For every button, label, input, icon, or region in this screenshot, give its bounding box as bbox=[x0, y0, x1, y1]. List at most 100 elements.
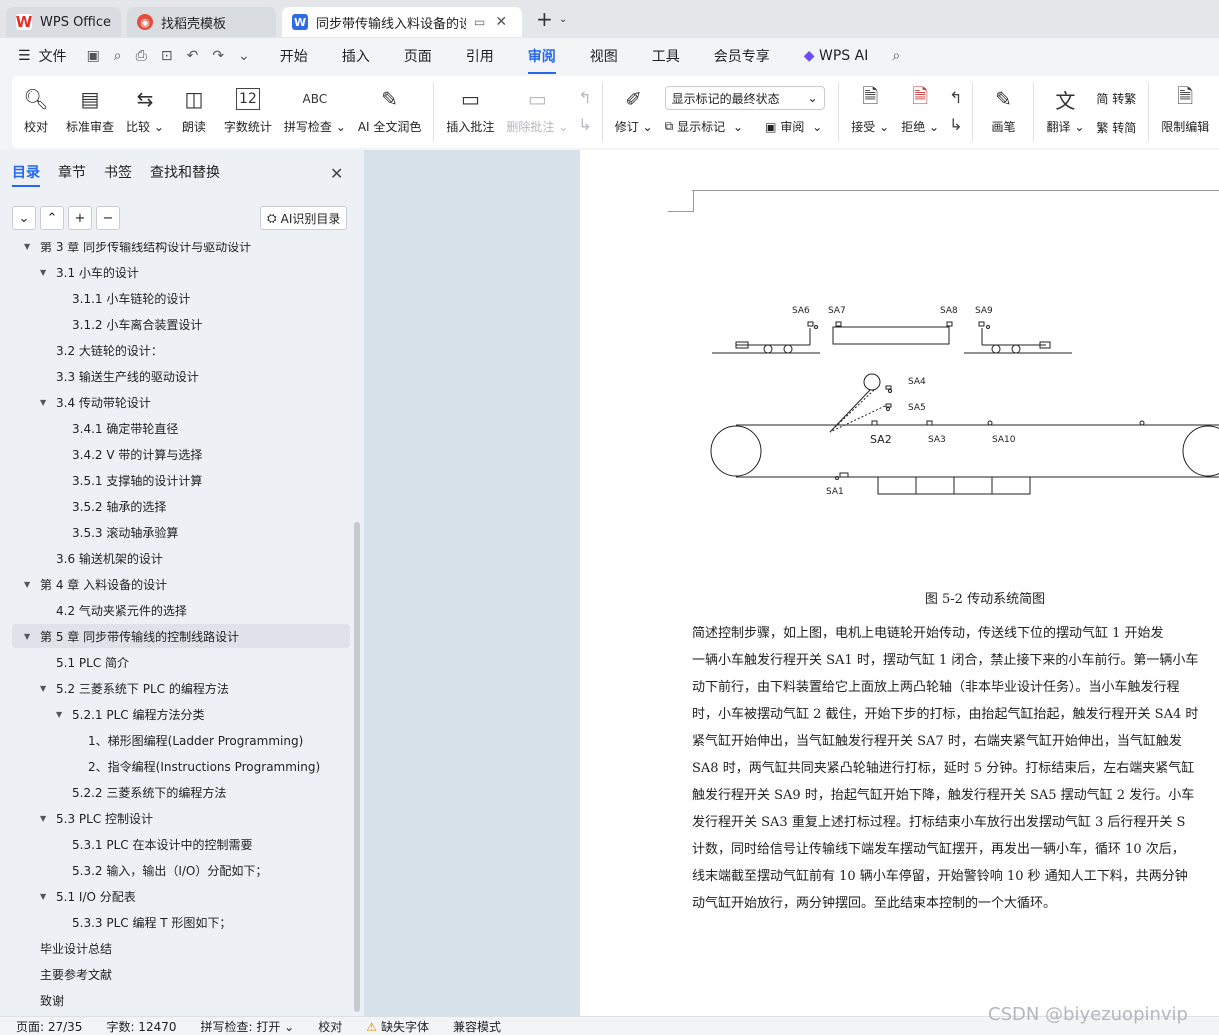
toc-item[interactable]: ▼ 第 3 章 同步传输线结构设计与驱动设计 bbox=[0, 242, 251, 258]
add-icon[interactable]: + bbox=[68, 206, 92, 230]
toc-item[interactable]: ▼ 3.1 小车的设计 bbox=[0, 260, 139, 284]
toc-item[interactable]: 3.1.2 小车离合装置设计 bbox=[0, 312, 202, 336]
next-comment-icon[interactable]: ↳ bbox=[578, 115, 591, 134]
tab-document[interactable]: W 同步带传输线入料设备的设计 ▭ ✕ bbox=[282, 7, 523, 37]
toc-item[interactable]: 主要参考文献 bbox=[0, 962, 112, 986]
print-icon[interactable]: ⎙ bbox=[136, 48, 147, 64]
toc-item[interactable]: 3.5.1 支撑轴的设计计算 bbox=[0, 468, 202, 492]
previous-revision-icon[interactable]: ↰ bbox=[949, 88, 962, 107]
revise-button[interactable]: ✐ 修订 ⌄ bbox=[615, 82, 653, 135]
menu-home[interactable]: 开始 bbox=[280, 46, 308, 66]
toc-item[interactable]: ▼ 5.2 三菱系统下 PLC 的编程方法 bbox=[0, 676, 229, 700]
collapse-arrow-icon[interactable]: ▼ bbox=[40, 684, 52, 693]
chevron-up-icon[interactable]: ⌃ bbox=[40, 206, 64, 230]
toc-item[interactable]: ▼ 5.1 I/O 分配表 bbox=[0, 884, 136, 908]
pen-button[interactable]: ✎ 画笔 bbox=[985, 82, 1021, 135]
menu-review[interactable]: 审阅 bbox=[527, 46, 556, 74]
toc-item[interactable]: 致谢 bbox=[0, 988, 64, 1012]
read-aloud-button[interactable]: ◫ 朗读 bbox=[176, 82, 212, 135]
toc-item[interactable]: 毕业设计总结 bbox=[0, 936, 112, 960]
to-simplified-button[interactable]: 繁 转简 bbox=[1096, 119, 1136, 136]
menu-insert[interactable]: 插入 bbox=[342, 46, 370, 66]
undo-icon[interactable]: ↶ bbox=[187, 48, 199, 64]
tab-find-replace[interactable]: 查找和替换 bbox=[150, 162, 220, 187]
accept-button[interactable]: 🗎 接受 ⌄ bbox=[851, 82, 889, 135]
reject-button[interactable]: 🗎 拒绝 ⌄ bbox=[901, 82, 939, 135]
previous-comment-icon[interactable]: ↰ bbox=[578, 88, 591, 107]
menu-tools[interactable]: 工具 bbox=[652, 46, 680, 66]
toc-item[interactable]: 5.2.2 三菱系统下的编程方法 bbox=[0, 780, 226, 804]
standard-review-button[interactable]: ▤ 标准审查 bbox=[66, 82, 114, 135]
chevron-down-icon[interactable]: ⌄ bbox=[559, 14, 567, 25]
page-indicator[interactable]: 页面: 27/35 bbox=[16, 1018, 82, 1035]
tab-bookmarks[interactable]: 书签 bbox=[104, 162, 132, 187]
monitor-icon[interactable]: ▭ bbox=[474, 15, 485, 29]
toc-item[interactable]: 5.3.1 PLC 在本设计中的控制需要 bbox=[0, 832, 252, 856]
minus-icon[interactable]: − bbox=[96, 206, 120, 230]
tab-chapters[interactable]: 章节 bbox=[58, 162, 86, 187]
insert-comment-button[interactable]: ▭ 插入批注 bbox=[446, 82, 494, 135]
delete-comment-button[interactable]: ▭ 删除批注 ⌄ bbox=[506, 82, 568, 135]
redo-icon[interactable]: ↷ bbox=[212, 48, 224, 64]
collapse-arrow-icon[interactable]: ▼ bbox=[56, 710, 68, 719]
toc-item[interactable]: ▼ 3.4 传动带轮设计 bbox=[0, 390, 151, 414]
missing-font-status[interactable]: ⚠ 缺失字体 bbox=[366, 1018, 429, 1035]
toc-item[interactable]: 4.2 气动夹紧元件的选择 bbox=[0, 598, 187, 622]
proofread-status[interactable]: 校对 bbox=[318, 1018, 342, 1035]
collapse-arrow-icon[interactable]: ▼ bbox=[40, 892, 52, 901]
toc-item[interactable]: 3.4.2 V 带的计算与选择 bbox=[0, 442, 202, 466]
spell-check-status[interactable]: 拼写检查: 打开 ⌄ bbox=[201, 1018, 295, 1035]
tab-toc[interactable]: 目录 bbox=[12, 162, 40, 187]
collapse-arrow-icon[interactable]: ▼ bbox=[40, 268, 52, 277]
chevron-down-icon[interactable]: ⌄ bbox=[238, 48, 250, 64]
review-pane-button[interactable]: 审阅 ⌄ bbox=[780, 118, 822, 135]
tab-docer[interactable]: ◉ 找稻壳模板 bbox=[127, 7, 277, 37]
translate-button[interactable]: 文翻译 ⌄ bbox=[1046, 82, 1084, 135]
spell-check-button[interactable]: ABC 拼写检查 ⌄ bbox=[284, 82, 346, 135]
restrict-edit-button[interactable]: 🗎 限制编辑 bbox=[1161, 82, 1209, 135]
show-markup-button[interactable]: 显示标记 ⌄ bbox=[677, 118, 743, 135]
toc-item[interactable]: ▼ 第 5 章 同步带传输线的控制线路设计 bbox=[12, 624, 350, 648]
toc-item[interactable]: 3.6 输送机架的设计 bbox=[0, 546, 163, 570]
display-state-select[interactable]: 显示标记的最终状态 ⌄ bbox=[664, 86, 825, 110]
ai-recognize-toc-button[interactable]: ⛭ AI识别目录 bbox=[260, 206, 348, 230]
toc-item[interactable]: ▼ 5.3 PLC 控制设计 bbox=[0, 806, 153, 830]
print-preview-icon[interactable]: ⊡ bbox=[161, 48, 173, 64]
proofread-button[interactable]: 🔍︎ 校对 bbox=[18, 82, 54, 135]
to-traditional-button[interactable]: 简 转繁 bbox=[1096, 90, 1136, 107]
ai-proofread-button[interactable]: ✎ AI 全文润色 bbox=[358, 82, 422, 135]
menu-file[interactable]: 文件 bbox=[39, 46, 67, 66]
menu-wps-ai[interactable]: ◆ WPS AI bbox=[804, 48, 869, 64]
toc-item[interactable]: ▼ 5.2.1 PLC 编程方法分类 bbox=[0, 702, 204, 726]
body-paragraph[interactable]: 简述控制步骤，如上图，电机上电链轮开始传动，传送线下位的摆动气缸 1 开始发 一辆… bbox=[692, 620, 1219, 917]
toc-item[interactable]: ▼ 第 4 章 入料设备的设计 bbox=[0, 572, 167, 596]
collapse-arrow-icon[interactable]: ▼ bbox=[40, 814, 52, 823]
toc-item[interactable]: 3.5.3 滚动轴承验算 bbox=[0, 520, 178, 544]
compare-button[interactable]: ⇆ 比较 ⌄ bbox=[126, 82, 164, 135]
toc-item[interactable]: 5.1 PLC 简介 bbox=[0, 650, 129, 674]
close-tab-icon[interactable]: ✕ bbox=[495, 14, 507, 30]
toc-item[interactable]: 3.2 大链轮的设计： bbox=[0, 338, 163, 362]
toc-item[interactable]: 3.4.1 确定带轮直径 bbox=[0, 416, 178, 440]
collapse-arrow-icon[interactable]: ▼ bbox=[24, 242, 36, 251]
collapse-arrow-icon[interactable]: ▼ bbox=[24, 580, 36, 589]
toc-item[interactable]: 3.5.2 轴承的选择 bbox=[0, 494, 166, 518]
toc-item[interactable]: 5.3.2 输入，输出（I/O）分配如下； bbox=[0, 858, 267, 882]
menu-view[interactable]: 视图 bbox=[590, 46, 618, 66]
search-icon[interactable]: ⌕ bbox=[892, 48, 900, 64]
share-icon[interactable]: ⌕ bbox=[114, 48, 122, 64]
new-tab-icon[interactable]: + bbox=[536, 7, 553, 31]
word-count-indicator[interactable]: 字数: 12470 bbox=[106, 1018, 176, 1035]
save-icon[interactable]: ▣ bbox=[87, 48, 100, 64]
toc-item[interactable]: 5.3.3 PLC 编程 T 形图如下； bbox=[0, 910, 231, 934]
toc-item[interactable]: 3.3 输送生产线的驱动设计 bbox=[0, 364, 199, 388]
next-revision-icon[interactable]: ↳ bbox=[949, 115, 962, 134]
hamburger-icon[interactable]: ☰ bbox=[18, 48, 31, 64]
toc-item[interactable]: 2、指令编程(Instructions Programming) bbox=[0, 754, 320, 778]
menu-reference[interactable]: 引用 bbox=[466, 46, 494, 66]
toc-item[interactable]: 1、梯形图编程(Ladder Programming) bbox=[0, 728, 303, 752]
close-icon[interactable]: ✕ bbox=[330, 164, 343, 183]
menu-member[interactable]: 会员专享 bbox=[714, 46, 770, 66]
scrollbar[interactable] bbox=[354, 522, 360, 1012]
toc-item[interactable]: 3.1.1 小车链轮的设计 bbox=[0, 286, 190, 310]
